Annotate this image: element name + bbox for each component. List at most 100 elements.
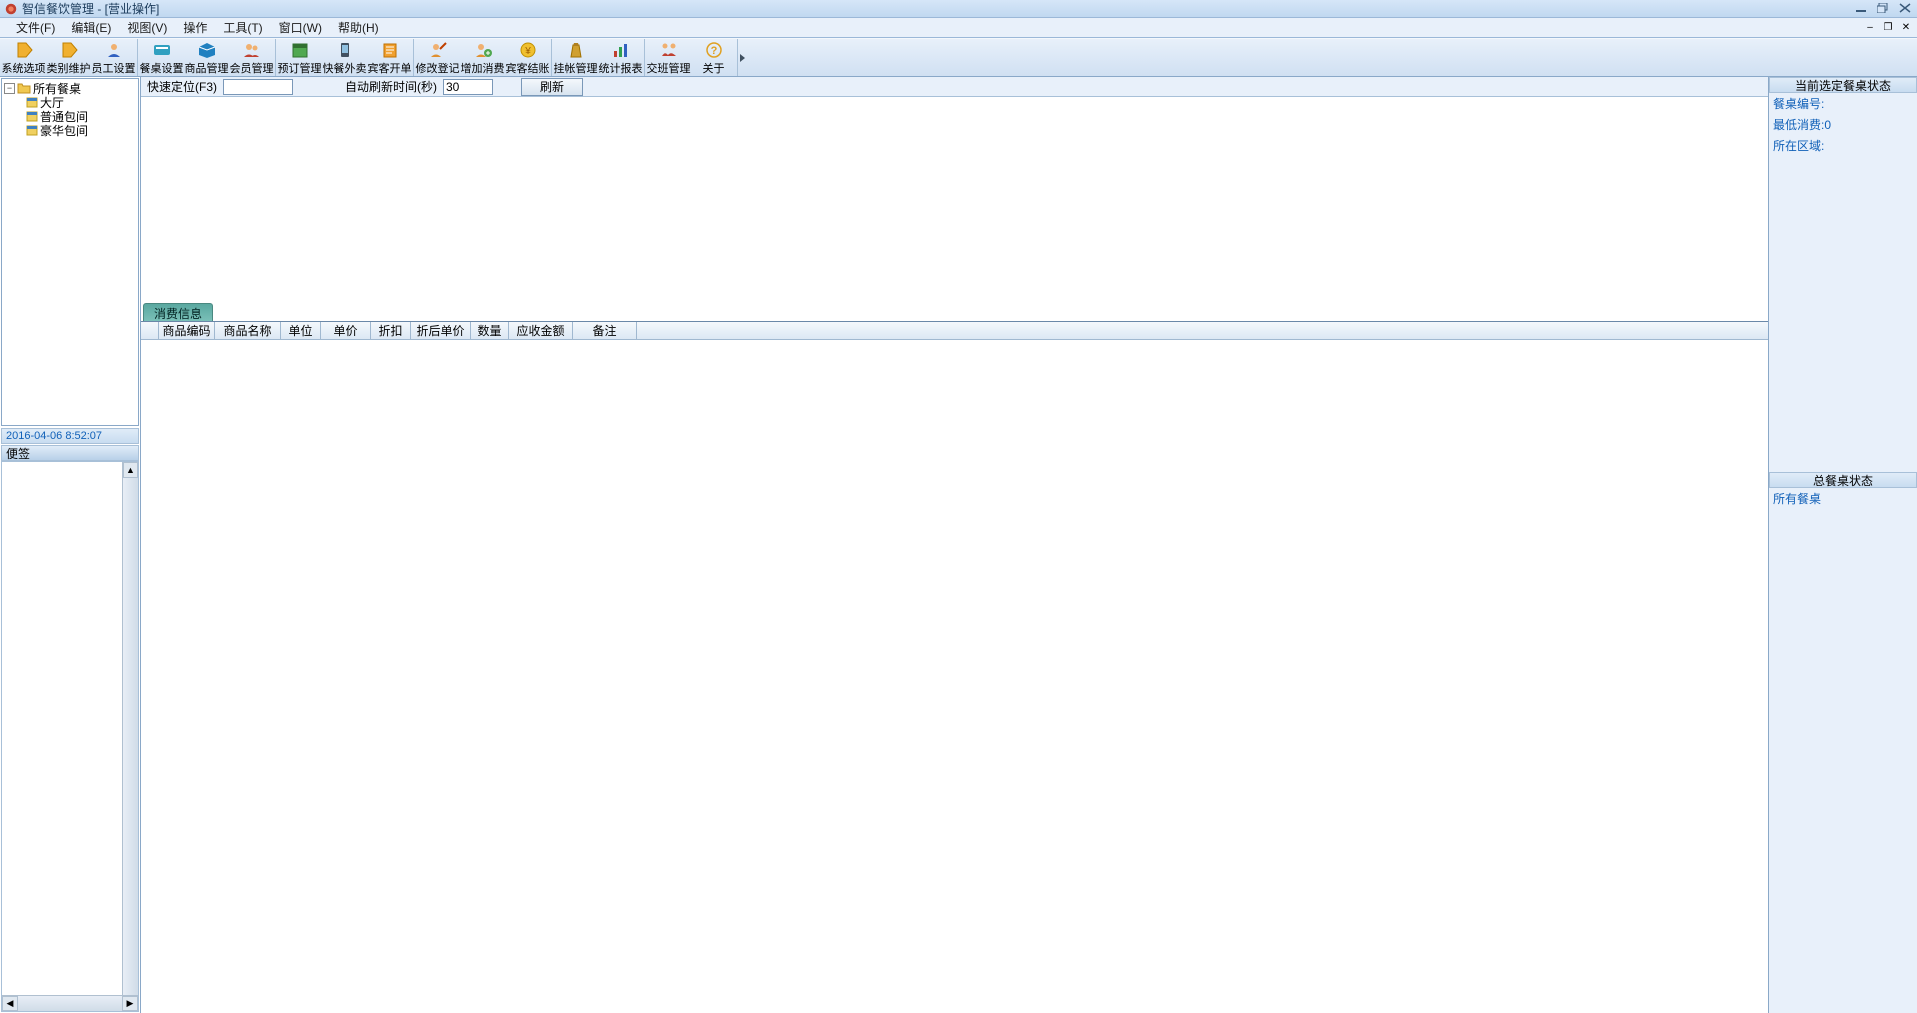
restore-button[interactable] bbox=[1875, 1, 1891, 15]
tree-root[interactable]: − 所有餐桌 bbox=[4, 81, 136, 95]
tb-table-settings[interactable]: 餐桌设置 bbox=[139, 39, 184, 76]
order-icon bbox=[380, 41, 400, 59]
tb-category-maintain[interactable]: 类别维护 bbox=[46, 39, 91, 76]
app-icon bbox=[4, 2, 18, 16]
menu-bar: 文件(F) 编辑(E) 视图(V) 操作 工具(T) 窗口(W) 帮助(H) –… bbox=[0, 18, 1917, 38]
svg-text:?: ? bbox=[710, 45, 717, 57]
leaf-icon bbox=[26, 96, 38, 108]
grid-header: 商品编码 商品名称 单位 单价 折扣 折后单价 数量 应收金额 备注 bbox=[141, 322, 1768, 340]
coin-icon: ¥ bbox=[518, 41, 538, 59]
window-controls bbox=[1853, 1, 1913, 15]
center-panel: 快速定位(F3) 自动刷新时间(秒) 刷新 消费信息 商品编码 商品名称 单位 … bbox=[141, 77, 1769, 1013]
svg-text:¥: ¥ bbox=[524, 46, 531, 57]
phone-icon bbox=[335, 41, 355, 59]
minimize-button[interactable] bbox=[1853, 1, 1869, 15]
area-field: 所在区域: bbox=[1769, 135, 1917, 156]
refresh-button[interactable]: 刷新 bbox=[521, 78, 583, 96]
tb-guest-order[interactable]: 宾客开单 bbox=[367, 39, 412, 76]
tree-item-luxury-room[interactable]: 豪华包间 bbox=[26, 123, 136, 137]
people-icon bbox=[242, 41, 262, 59]
menu-help[interactable]: 帮助(H) bbox=[330, 17, 387, 38]
tb-shift-mgmt[interactable]: 交班管理 bbox=[646, 39, 691, 76]
quick-locate-label: 快速定位(F3) bbox=[147, 78, 217, 95]
grid-row-selector-header[interactable] bbox=[141, 322, 159, 339]
right-panel: 当前选定餐桌状态 餐桌编号: 最低消费:0 所在区域: 总餐桌状态 所有餐桌 bbox=[1769, 77, 1917, 1013]
scroll-up-icon[interactable]: ▲ bbox=[123, 462, 138, 478]
handshake-icon bbox=[659, 41, 679, 59]
leaf-icon bbox=[26, 110, 38, 122]
col-product-name[interactable]: 商品名称 bbox=[215, 322, 281, 339]
leaf-icon bbox=[26, 124, 38, 136]
min-consume-field: 最低消费:0 bbox=[1769, 114, 1917, 135]
tree-item-label: 豪华包间 bbox=[40, 122, 88, 139]
tb-guest-checkout[interactable]: ¥ 宾客结账 bbox=[505, 39, 550, 76]
tb-modify-registration[interactable]: 修改登记 bbox=[415, 39, 460, 76]
table-icon bbox=[152, 41, 172, 59]
consume-tabs: 消费信息 bbox=[141, 304, 1768, 322]
col-receivable[interactable]: 应收金额 bbox=[509, 322, 573, 339]
menu-edit[interactable]: 编辑(E) bbox=[63, 17, 119, 38]
col-discount[interactable]: 折扣 bbox=[371, 322, 411, 339]
box-icon bbox=[197, 41, 217, 59]
tab-consume-info[interactable]: 消费信息 bbox=[143, 303, 213, 321]
close-button[interactable] bbox=[1897, 1, 1913, 15]
table-number-field: 餐桌编号: bbox=[1769, 93, 1917, 114]
filter-bar: 快速定位(F3) 自动刷新时间(秒) 刷新 bbox=[141, 77, 1768, 97]
mdi-controls: – ❐ ✕ bbox=[1863, 20, 1913, 34]
tag-icon bbox=[14, 41, 34, 59]
table-tree[interactable]: − 所有餐桌 大厅 普通包间 豪华包间 bbox=[1, 78, 139, 426]
tb-about[interactable]: ? 关于 bbox=[691, 39, 736, 76]
mdi-minimize-button[interactable]: – bbox=[1863, 20, 1877, 34]
help-icon: ? bbox=[704, 41, 724, 59]
left-panel: − 所有餐桌 大厅 普通包间 豪华包间 2016-04-06 8:52 bbox=[0, 77, 141, 1013]
notes-horizontal-scrollbar[interactable]: ◀ ▶ bbox=[2, 995, 138, 1011]
auto-refresh-label: 自动刷新时间(秒) bbox=[345, 78, 437, 95]
tb-system-options[interactable]: 系统选项 bbox=[1, 39, 46, 76]
tb-stat-report[interactable]: 统计报表 bbox=[598, 39, 643, 76]
tb-staff-settings[interactable]: 员工设置 bbox=[91, 39, 136, 76]
table-display-area[interactable] bbox=[141, 97, 1768, 304]
tb-fast-takeout[interactable]: 快餐外卖 bbox=[322, 39, 367, 76]
datetime-display: 2016-04-06 8:52:07 bbox=[1, 428, 139, 444]
menu-view[interactable]: 视图(V) bbox=[119, 17, 175, 38]
tag-icon bbox=[59, 41, 79, 59]
grid-body[interactable] bbox=[141, 340, 1768, 1013]
col-price[interactable]: 单价 bbox=[321, 322, 371, 339]
tb-tab-mgmt[interactable]: 挂帐管理 bbox=[553, 39, 598, 76]
notes-vertical-scrollbar[interactable]: ▲ bbox=[122, 462, 138, 995]
chart-icon bbox=[611, 41, 631, 59]
person-icon bbox=[104, 41, 124, 59]
window-title: 智信餐饮管理 - [营业操作] bbox=[22, 0, 159, 17]
col-product-code[interactable]: 商品编码 bbox=[159, 322, 215, 339]
quick-locate-input[interactable] bbox=[223, 79, 293, 95]
auto-refresh-input[interactable] bbox=[443, 79, 493, 95]
tb-member-mgmt[interactable]: 会员管理 bbox=[229, 39, 274, 76]
mdi-restore-button[interactable]: ❐ bbox=[1881, 20, 1895, 34]
tb-reserve-mgmt[interactable]: 预订管理 bbox=[277, 39, 322, 76]
notes-area[interactable]: ▲ ◀ ▶ bbox=[1, 461, 139, 1012]
scroll-right-icon[interactable]: ▶ bbox=[122, 996, 138, 1011]
notes-header: 便签 bbox=[1, 445, 139, 461]
col-remark[interactable]: 备注 bbox=[573, 322, 637, 339]
calendar-icon bbox=[290, 41, 310, 59]
col-discounted-price[interactable]: 折后单价 bbox=[411, 322, 471, 339]
main-toolbar: 系统选项 类别维护 员工设置 餐桌设置 商品管理 会员管理 预订管理 bbox=[0, 38, 1917, 77]
menu-file[interactable]: 文件(F) bbox=[8, 17, 63, 38]
all-tables-label: 所有餐桌 bbox=[1769, 488, 1917, 509]
workspace: − 所有餐桌 大厅 普通包间 豪华包间 2016-04-06 8:52 bbox=[0, 77, 1917, 1013]
mdi-close-button[interactable]: ✕ bbox=[1899, 20, 1913, 34]
col-unit[interactable]: 单位 bbox=[281, 322, 321, 339]
menu-operate[interactable]: 操作 bbox=[175, 17, 215, 38]
scroll-left-icon[interactable]: ◀ bbox=[2, 996, 18, 1011]
folder-icon bbox=[17, 82, 31, 94]
title-bar: 智信餐饮管理 - [营业操作] bbox=[0, 0, 1917, 18]
tb-goods-mgmt[interactable]: 商品管理 bbox=[184, 39, 229, 76]
menu-tool[interactable]: 工具(T) bbox=[215, 17, 270, 38]
col-qty[interactable]: 数量 bbox=[471, 322, 509, 339]
collapse-icon[interactable]: − bbox=[4, 83, 15, 94]
person-edit-icon bbox=[428, 41, 448, 59]
add-money-icon bbox=[473, 41, 493, 59]
tb-add-consume[interactable]: 增加消费 bbox=[460, 39, 505, 76]
total-status-header: 总餐桌状态 bbox=[1769, 472, 1917, 488]
menu-window[interactable]: 窗口(W) bbox=[271, 17, 330, 38]
